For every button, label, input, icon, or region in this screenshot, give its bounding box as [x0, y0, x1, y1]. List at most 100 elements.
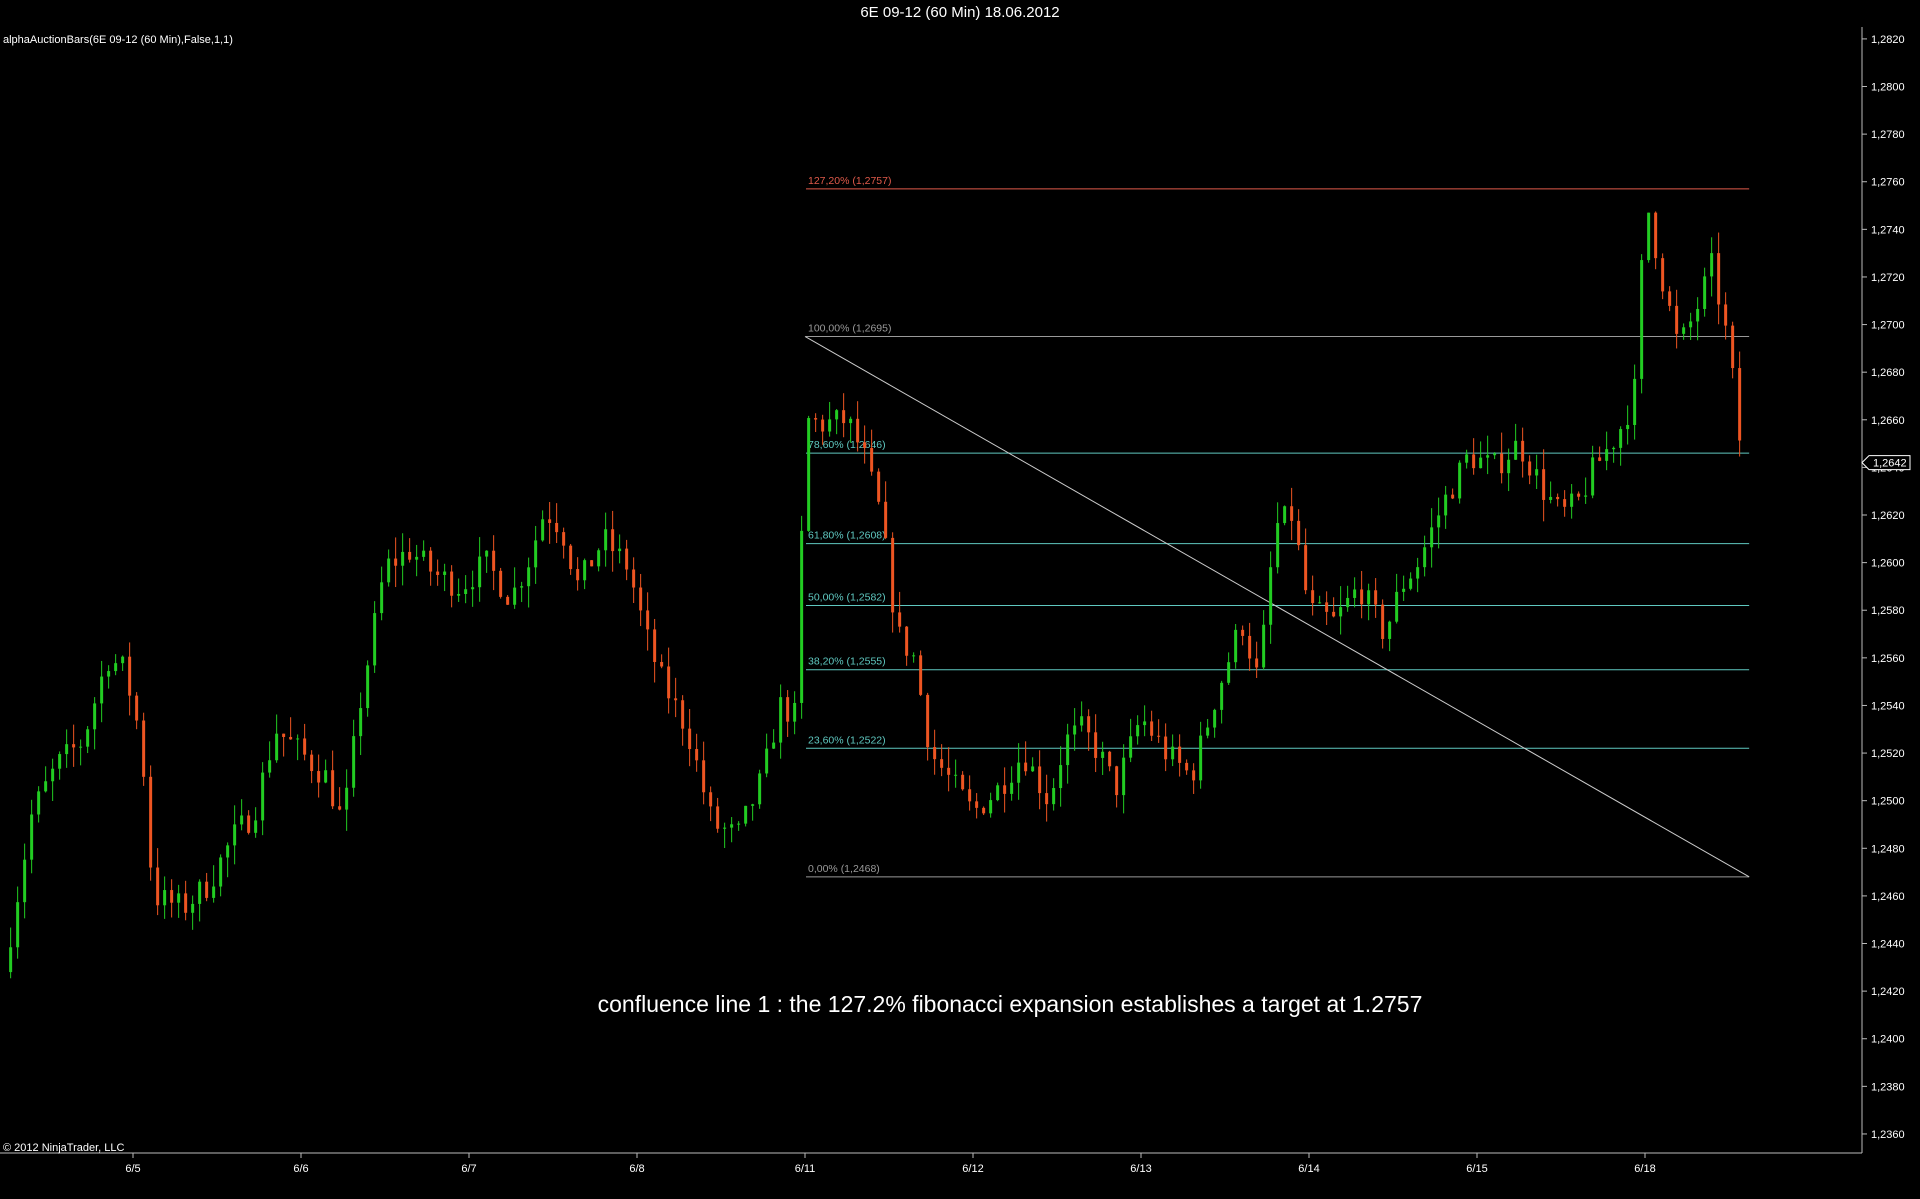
- candle-body-up: [422, 550, 426, 557]
- candle-body-down: [1087, 716, 1091, 733]
- candle-body-up: [1143, 721, 1147, 726]
- candle-body-up: [1066, 734, 1070, 766]
- candle-body-up: [1318, 602, 1322, 604]
- candle-body-down: [695, 749, 699, 761]
- y-tick-label: 1,2460: [1871, 891, 1905, 903]
- y-tick-label: 1,2360: [1871, 1129, 1905, 1141]
- candle-body-down: [128, 656, 132, 696]
- y-tick-label: 1,2720: [1871, 272, 1905, 284]
- candle-body-down: [1297, 520, 1301, 546]
- candle-body-up: [744, 805, 748, 824]
- candle-body-down: [821, 419, 825, 432]
- candle-body-up: [1206, 727, 1210, 736]
- candle-body-down: [1661, 258, 1665, 292]
- candle-body-up: [1052, 788, 1056, 805]
- candle-body-down: [639, 587, 643, 611]
- candle-body-down: [919, 655, 923, 695]
- candle-body-down: [842, 410, 846, 424]
- candle-body-up: [1647, 212, 1651, 261]
- candle-body-up: [912, 655, 916, 657]
- candle-body-up: [1605, 449, 1609, 461]
- candle-body-down: [674, 698, 678, 701]
- candle-body-down: [1717, 253, 1721, 305]
- candle-body-up: [751, 804, 755, 806]
- candle-body-down: [1248, 635, 1252, 659]
- candle-body-down: [1038, 766, 1042, 794]
- candle-body-up: [212, 886, 216, 898]
- candle-body-down: [205, 881, 209, 898]
- candle-body-down: [408, 551, 412, 560]
- candle-body-down: [625, 548, 629, 570]
- x-tick-label: 6/7: [461, 1163, 476, 1175]
- y-tick-label: 1,2660: [1871, 415, 1905, 427]
- candle-body-down: [1654, 212, 1658, 259]
- candle-body-up: [1073, 725, 1077, 735]
- x-tick-label: 6/5: [125, 1163, 140, 1175]
- candle-body-down: [1185, 762, 1189, 771]
- candle-body-down: [947, 767, 951, 775]
- candle-body-up: [1213, 709, 1217, 728]
- candle-body-up: [513, 587, 517, 605]
- trend-line-layer[interactable]: [804, 336, 1750, 878]
- candle-body-up: [1444, 494, 1448, 516]
- candle-body-up: [1136, 725, 1140, 737]
- price-chart[interactable]: 127,20% (1,2757) 100,00% (1,2695) 78,60% (…: [0, 0, 1920, 1199]
- candle-body-up: [380, 582, 384, 614]
- candle-body-up: [1535, 469, 1539, 476]
- candle-body-up: [1458, 462, 1462, 499]
- candle-body-up: [198, 881, 202, 904]
- candle-body-up: [954, 774, 958, 776]
- candle-body-up: [1689, 321, 1693, 328]
- candle-body-up: [191, 903, 195, 913]
- candle-body-down: [1094, 732, 1098, 758]
- fib-level-label: 38,20% (1,2555): [808, 656, 886, 668]
- candle-body-down: [282, 733, 286, 737]
- candle-body-up: [1416, 567, 1420, 579]
- candle-body-down: [1325, 602, 1329, 612]
- candle-body-up: [359, 708, 363, 737]
- fib-anchor-trend-line[interactable]: [804, 336, 1750, 878]
- candle-body-up: [457, 593, 461, 596]
- y-tick-label: 1,2620: [1871, 510, 1905, 522]
- price-axis: 1,2360 1,2380 1,2400 1,2420 1,2440 1,2460 1,24…: [1861, 34, 1911, 1141]
- candle-body-down: [1024, 762, 1028, 772]
- candle-body-up: [807, 418, 811, 531]
- candle-body-up: [23, 859, 27, 903]
- fib-level-label: 78,60% (1,2646): [808, 439, 886, 451]
- candle-body-down: [1255, 658, 1259, 668]
- candle-body-down: [1150, 721, 1154, 736]
- candle-body-up: [1129, 736, 1133, 758]
- candle-body-down: [975, 801, 979, 808]
- candle-body-up: [1682, 327, 1686, 334]
- candle-body-down: [653, 629, 657, 662]
- y-tick-label: 1,2760: [1871, 177, 1905, 189]
- candle-body-up: [849, 418, 853, 424]
- candle-body-up: [1339, 607, 1343, 617]
- candle-body-down: [1738, 368, 1742, 441]
- candle-body-up: [1199, 735, 1203, 781]
- candle-body-up: [1696, 308, 1700, 322]
- y-tick-label: 1,2700: [1871, 320, 1905, 332]
- candle-body-down: [1290, 506, 1294, 521]
- candle-body-down: [1451, 494, 1455, 499]
- candle-body-down: [338, 806, 342, 810]
- candle-body-down: [429, 550, 433, 572]
- candle-body-down: [184, 893, 188, 913]
- candle-body-up: [219, 857, 223, 887]
- fib-level-label: 23,60% (1,2522): [808, 734, 886, 746]
- y-tick-label: 1,2580: [1871, 605, 1905, 617]
- candle-body-down: [1563, 499, 1567, 507]
- candle-body-down: [968, 789, 972, 802]
- candle-body-up: [1612, 447, 1616, 450]
- candle-body-down: [814, 418, 818, 420]
- candle-body-up: [345, 787, 349, 810]
- y-tick-label: 1,2440: [1871, 939, 1905, 951]
- candle-body-up: [16, 902, 20, 948]
- y-tick-label: 1,2780: [1871, 129, 1905, 141]
- candle-body-down: [884, 501, 888, 538]
- candle-body-down: [562, 532, 566, 546]
- candle-body-up: [1101, 751, 1105, 758]
- candle-body-down: [891, 537, 895, 613]
- candle-body-up: [1640, 260, 1644, 379]
- candle-body-down: [576, 569, 580, 581]
